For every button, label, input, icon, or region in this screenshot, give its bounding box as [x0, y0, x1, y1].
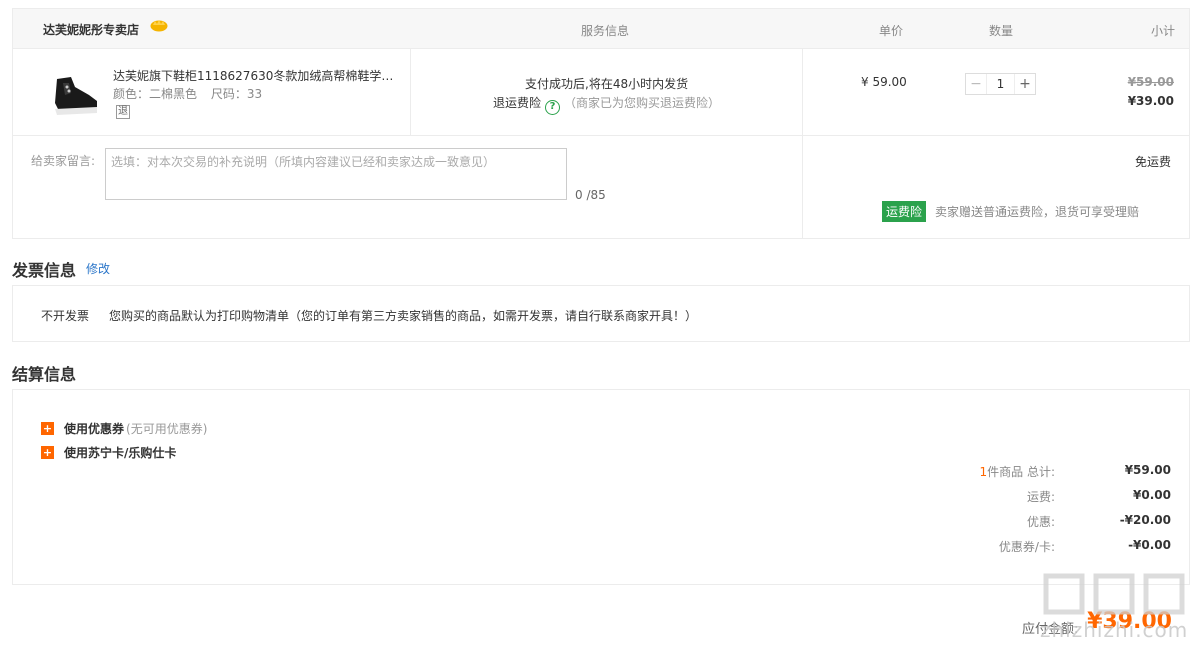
seller-message-row: 给卖家留言: 选填：对本次交易的补充说明（所填内容建议已经和卖家达成一致意见） … [12, 135, 1190, 239]
shipping-fee-value: ¥0.00 [1133, 488, 1171, 502]
expand-plus-icon[interactable]: + [41, 446, 54, 459]
coupon-availability: (无可用优惠券) [126, 422, 208, 436]
voucher-label: 优惠券/卡: [998, 540, 1055, 554]
quantity-stepper: − 1 + [965, 73, 1036, 95]
free-shipping-text: 免运费 [1134, 155, 1171, 169]
return-insurance-label: 退运费险 [493, 96, 542, 110]
shipping-insurance-badge: 运费险 [882, 201, 927, 222]
invoice-type: 不开发票 [41, 309, 90, 323]
settlement-section-title: 结算信息 [12, 365, 77, 384]
header-quantity: 数量 [989, 24, 1014, 38]
use-coupon-option[interactable]: + 使用优惠券 (无可用优惠券) [41, 420, 207, 437]
current-subtotal: ¥39.00 [1127, 94, 1174, 108]
settlement-box: + 使用优惠券 (无可用优惠券) + 使用苏宁卡/乐购仕卡 1件商品 总计: ¥… [12, 389, 1190, 585]
header-service: 服务信息 [581, 24, 630, 38]
order-item-row: 达芙妮旗下鞋柜1118627630冬款加绒高帮棉鞋学生... 颜色：二棉黑色 尺… [12, 48, 1190, 239]
product-size: 尺码：33 [210, 87, 263, 101]
invoice-section-title: 发票信息 [12, 261, 77, 280]
header-unit-price: 单价 [879, 24, 904, 38]
item-count: 1 [979, 465, 988, 479]
product-thumbnail[interactable] [49, 73, 101, 119]
invoice-info-box: 不开发票 您购买的商品默认为打印购物清单（您的订单有第三方卖家销售的商品，如需开… [12, 285, 1190, 342]
total-value: ¥59.00 [1124, 463, 1171, 477]
unit-price: ¥ 59.00 [861, 75, 907, 89]
shipping-insurance-text: 卖家赠送普通运费险，退货可享受理赔 [935, 205, 1140, 219]
discount-label: 优惠: [1026, 515, 1055, 529]
return-insurance-info: 退运费险? （商家已为您购买退运费险） [493, 94, 720, 115]
use-coupon-label[interactable]: 使用优惠券 [64, 420, 124, 437]
shipping-promise: 支付成功后,将在48小时内发货 [525, 77, 689, 91]
shipping-fee-label: 运费: [1026, 490, 1055, 504]
watermark-text: zhizhizhi.com [1040, 618, 1189, 642]
use-card-label[interactable]: 使用苏宁卡/乐购仕卡 [64, 444, 176, 461]
return-insurance-note: （商家已为您购买退运费险） [564, 96, 721, 110]
header-subtotal: 小计 [1151, 24, 1176, 38]
product-color: 颜色：二棉黑色 [113, 87, 198, 101]
column-divider [410, 49, 411, 135]
expand-plus-icon[interactable]: + [41, 422, 54, 435]
original-subtotal: ¥59.00 [1127, 75, 1174, 89]
voucher-value: -¥0.00 [1128, 538, 1171, 552]
seller-message-input[interactable]: 选填：对本次交易的补充说明（所填内容建议已经和卖家达成一致意见） [105, 148, 567, 200]
product-attributes: 颜色：二棉黑色 尺码：33 [113, 85, 272, 102]
invoice-edit-link[interactable]: 修改 [86, 260, 110, 277]
use-card-option[interactable]: + 使用苏宁卡/乐购仕卡 [41, 444, 176, 461]
product-title[interactable]: 达芙妮旗下鞋柜1118627630冬款加绒高帮棉鞋学生... [113, 67, 403, 84]
seller-message-label: 给卖家留言: [31, 154, 96, 168]
quantity-increase-button[interactable]: + [1015, 74, 1035, 94]
store-header: 达芙妮妮彤专卖店 服务信息 单价 数量 小计 [12, 8, 1190, 48]
quantity-decrease-button[interactable]: − [966, 74, 986, 94]
invoice-description: 您购买的商品默认为打印购物清单（您的订单有第三方卖家销售的商品，如需开发票，请自… [109, 309, 698, 323]
quantity-value[interactable]: 1 [986, 74, 1015, 94]
return-tag: 退 [116, 105, 130, 119]
total-label: 1件商品 总计: [979, 465, 1056, 479]
message-char-count: 0 /85 [575, 188, 606, 202]
discount-value: -¥20.00 [1119, 513, 1171, 527]
store-name[interactable]: 达芙妮妮彤专卖店 [43, 21, 139, 38]
help-question-icon[interactable]: ? [545, 100, 561, 115]
crown-icon [150, 20, 168, 32]
